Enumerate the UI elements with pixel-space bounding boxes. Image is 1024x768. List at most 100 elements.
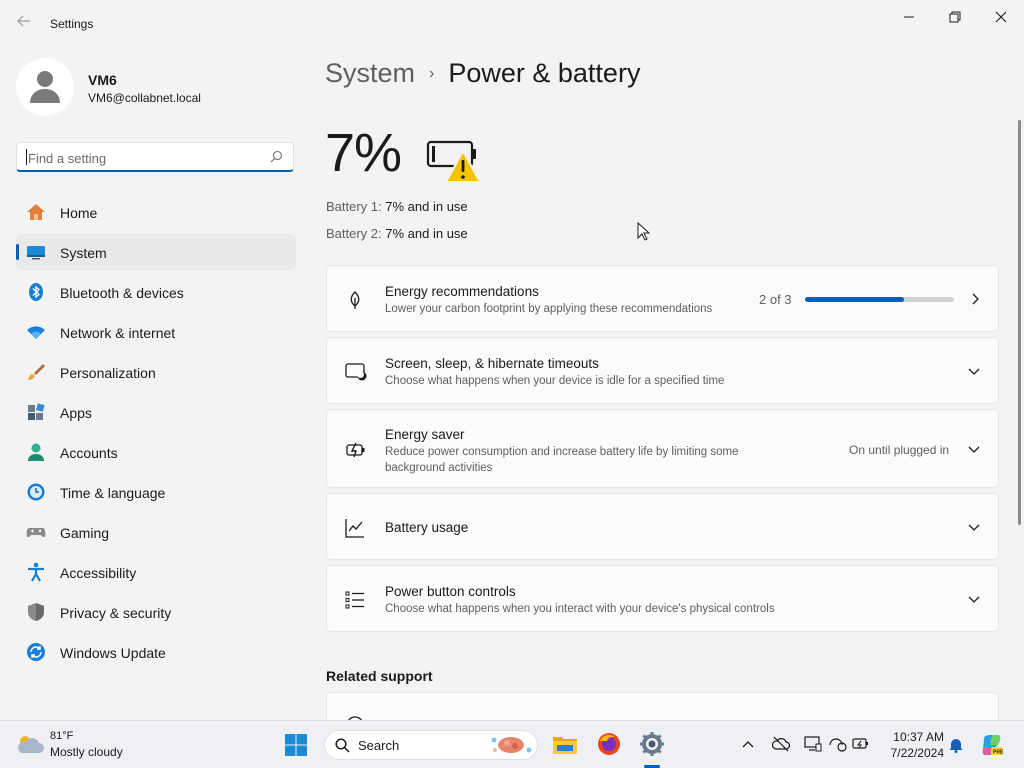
sidebar-item-system[interactable]: System <box>16 234 296 270</box>
screen-sleep-icon <box>345 363 367 381</box>
sidebar-item-label: Accessibility <box>60 565 137 581</box>
breadcrumb-parent[interactable]: System <box>325 58 415 88</box>
card-title: Energy saver <box>385 427 465 442</box>
clock-time: 10:37 AM <box>893 730 944 744</box>
sidebar-item-label: Home <box>60 205 98 221</box>
battery-2-status: Battery 2: 7% and in use <box>326 226 468 241</box>
chevron-down-icon <box>968 596 980 603</box>
sidebar-item-time-language[interactable]: Time & language <box>16 474 296 510</box>
taskbar-search[interactable]: Search <box>324 730 538 760</box>
windows-start-icon[interactable] <box>284 733 308 757</box>
sidebar-item-label: Bluetooth & devices <box>60 285 184 301</box>
list-icon <box>345 591 364 609</box>
search-icon <box>335 738 350 753</box>
mouse-cursor-icon <box>637 222 651 241</box>
update-icon <box>27 643 45 661</box>
accessibility-icon <box>28 562 44 582</box>
profile-name: VM6 <box>88 72 117 88</box>
avatar <box>16 58 74 116</box>
battery-label: Battery 2: <box>326 226 382 241</box>
apps-icon <box>28 403 45 420</box>
accessibility-tray-icon[interactable] <box>829 736 847 752</box>
sidebar-item-label: Personalization <box>60 365 156 381</box>
sidebar-item-personalization[interactable]: Personalization <box>16 354 296 390</box>
sidebar-item-accounts[interactable]: Accounts <box>16 434 296 470</box>
brush-icon <box>28 364 45 380</box>
search-highlight-icon <box>491 737 532 753</box>
chevron-up-icon[interactable] <box>742 739 754 749</box>
battery-value: 7% and in use <box>385 199 468 214</box>
text-caret <box>26 149 27 165</box>
bluetooth-icon <box>29 283 43 301</box>
card-subtitle-line-2: background activities <box>385 462 493 474</box>
settings-gear-icon[interactable] <box>639 731 665 757</box>
sidebar-item-bluetooth[interactable]: Bluetooth & devices <box>16 274 296 310</box>
card-title: Screen, sleep, & hibernate timeouts <box>385 356 599 371</box>
energy-saver-card[interactable]: Energy saver Reduce power consumption an… <box>326 409 999 488</box>
shield-icon <box>28 603 44 621</box>
home-icon <box>27 204 45 220</box>
card-title: Power button controls <box>385 584 516 599</box>
sidebar-item-gaming[interactable]: Gaming <box>16 514 296 550</box>
card-subtitle: Choose what happens when your device is … <box>385 375 725 387</box>
sidebar-item-network[interactable]: Network & internet <box>16 314 296 350</box>
sidebar-item-privacy-security[interactable]: Privacy & security <box>16 594 296 630</box>
scrollbar[interactable] <box>1018 120 1021 525</box>
gamepad-icon <box>26 528 46 538</box>
svg-text:PRE: PRE <box>993 750 1004 756</box>
energy-saver-icon <box>346 442 365 458</box>
close-icon <box>995 11 1007 23</box>
search-input[interactable] <box>26 148 260 168</box>
sidebar-item-home[interactable]: Home <box>16 194 296 230</box>
energy-saver-status: On until plugged in <box>849 443 950 457</box>
breadcrumb: System › Power & battery <box>325 58 640 89</box>
sidebar-item-apps[interactable]: Apps <box>16 394 296 430</box>
accounts-icon <box>28 443 44 461</box>
sidebar-item-label: Accounts <box>60 445 118 461</box>
weather-description: Mostly cloudy <box>50 745 123 759</box>
copilot-icon[interactable]: PRE <box>980 733 1004 757</box>
sidebar-item-windows-update[interactable]: Windows Update <box>16 634 296 670</box>
progress-fill <box>805 297 905 302</box>
user-profile[interactable]: VM6 VM6@collabnet.local <box>16 58 296 118</box>
notification-bell-icon[interactable] <box>949 737 963 753</box>
sidebar-item-accessibility[interactable]: Accessibility <box>16 554 296 590</box>
window-title: Settings <box>50 17 94 31</box>
weather-temperature: 81°F <box>50 730 74 742</box>
minimize-icon <box>904 16 914 18</box>
sidebar-item-label: Network & internet <box>60 325 176 341</box>
close-button[interactable] <box>986 8 1016 26</box>
battery-usage-card[interactable]: Battery usage <box>326 493 999 560</box>
search-icon <box>270 150 283 163</box>
file-explorer-icon[interactable] <box>552 731 578 757</box>
firefox-icon[interactable] <box>596 731 622 757</box>
battery-percentage: 7% <box>325 123 402 183</box>
minimize-button[interactable] <box>894 8 924 26</box>
card-subtitle-line-1: Reduce power consumption and increase ba… <box>385 446 739 458</box>
display-network-icon[interactable] <box>804 736 822 752</box>
card-title: Energy recommendations <box>385 284 539 299</box>
chevron-down-icon <box>968 524 980 531</box>
battery-1-status: Battery 1: 7% and in use <box>326 199 468 214</box>
card-subtitle: Lower your carbon footprint by applying … <box>385 303 713 315</box>
sidebar-item-label: Gaming <box>60 525 110 541</box>
screen-sleep-card[interactable]: Screen, sleep, & hibernate timeouts Choo… <box>326 337 999 404</box>
taskbar-clock[interactable]: 10:37 AM 7/22/2024 <box>880 729 944 761</box>
power-button-controls-card[interactable]: Power button controls Choose what happen… <box>326 565 999 632</box>
battery-label: Battery 1: <box>326 199 382 214</box>
restore-button[interactable] <box>940 8 970 26</box>
chevron-down-icon <box>968 368 980 375</box>
recommendations-count: 2 of 3 <box>759 292 792 307</box>
weather-widget[interactable]: 81°F Mostly cloudy <box>16 730 166 760</box>
taskbar-search-label: Search <box>358 738 400 753</box>
taskbar: 81°F Mostly cloudy Search 10:37 AM 7/22/… <box>0 720 1024 768</box>
battery-tray-icon[interactable] <box>852 736 870 752</box>
card-title: Battery usage <box>385 520 469 535</box>
leaf-icon <box>350 291 360 309</box>
energy-recommendations-card[interactable]: Energy recommendations Lower your carbon… <box>326 265 999 332</box>
settings-search[interactable] <box>16 142 294 172</box>
sidebar-item-label: Apps <box>60 405 92 421</box>
battery-warning-icon <box>426 140 482 183</box>
back-button[interactable] <box>14 14 34 34</box>
cloud-sync-off-icon[interactable] <box>772 736 790 752</box>
